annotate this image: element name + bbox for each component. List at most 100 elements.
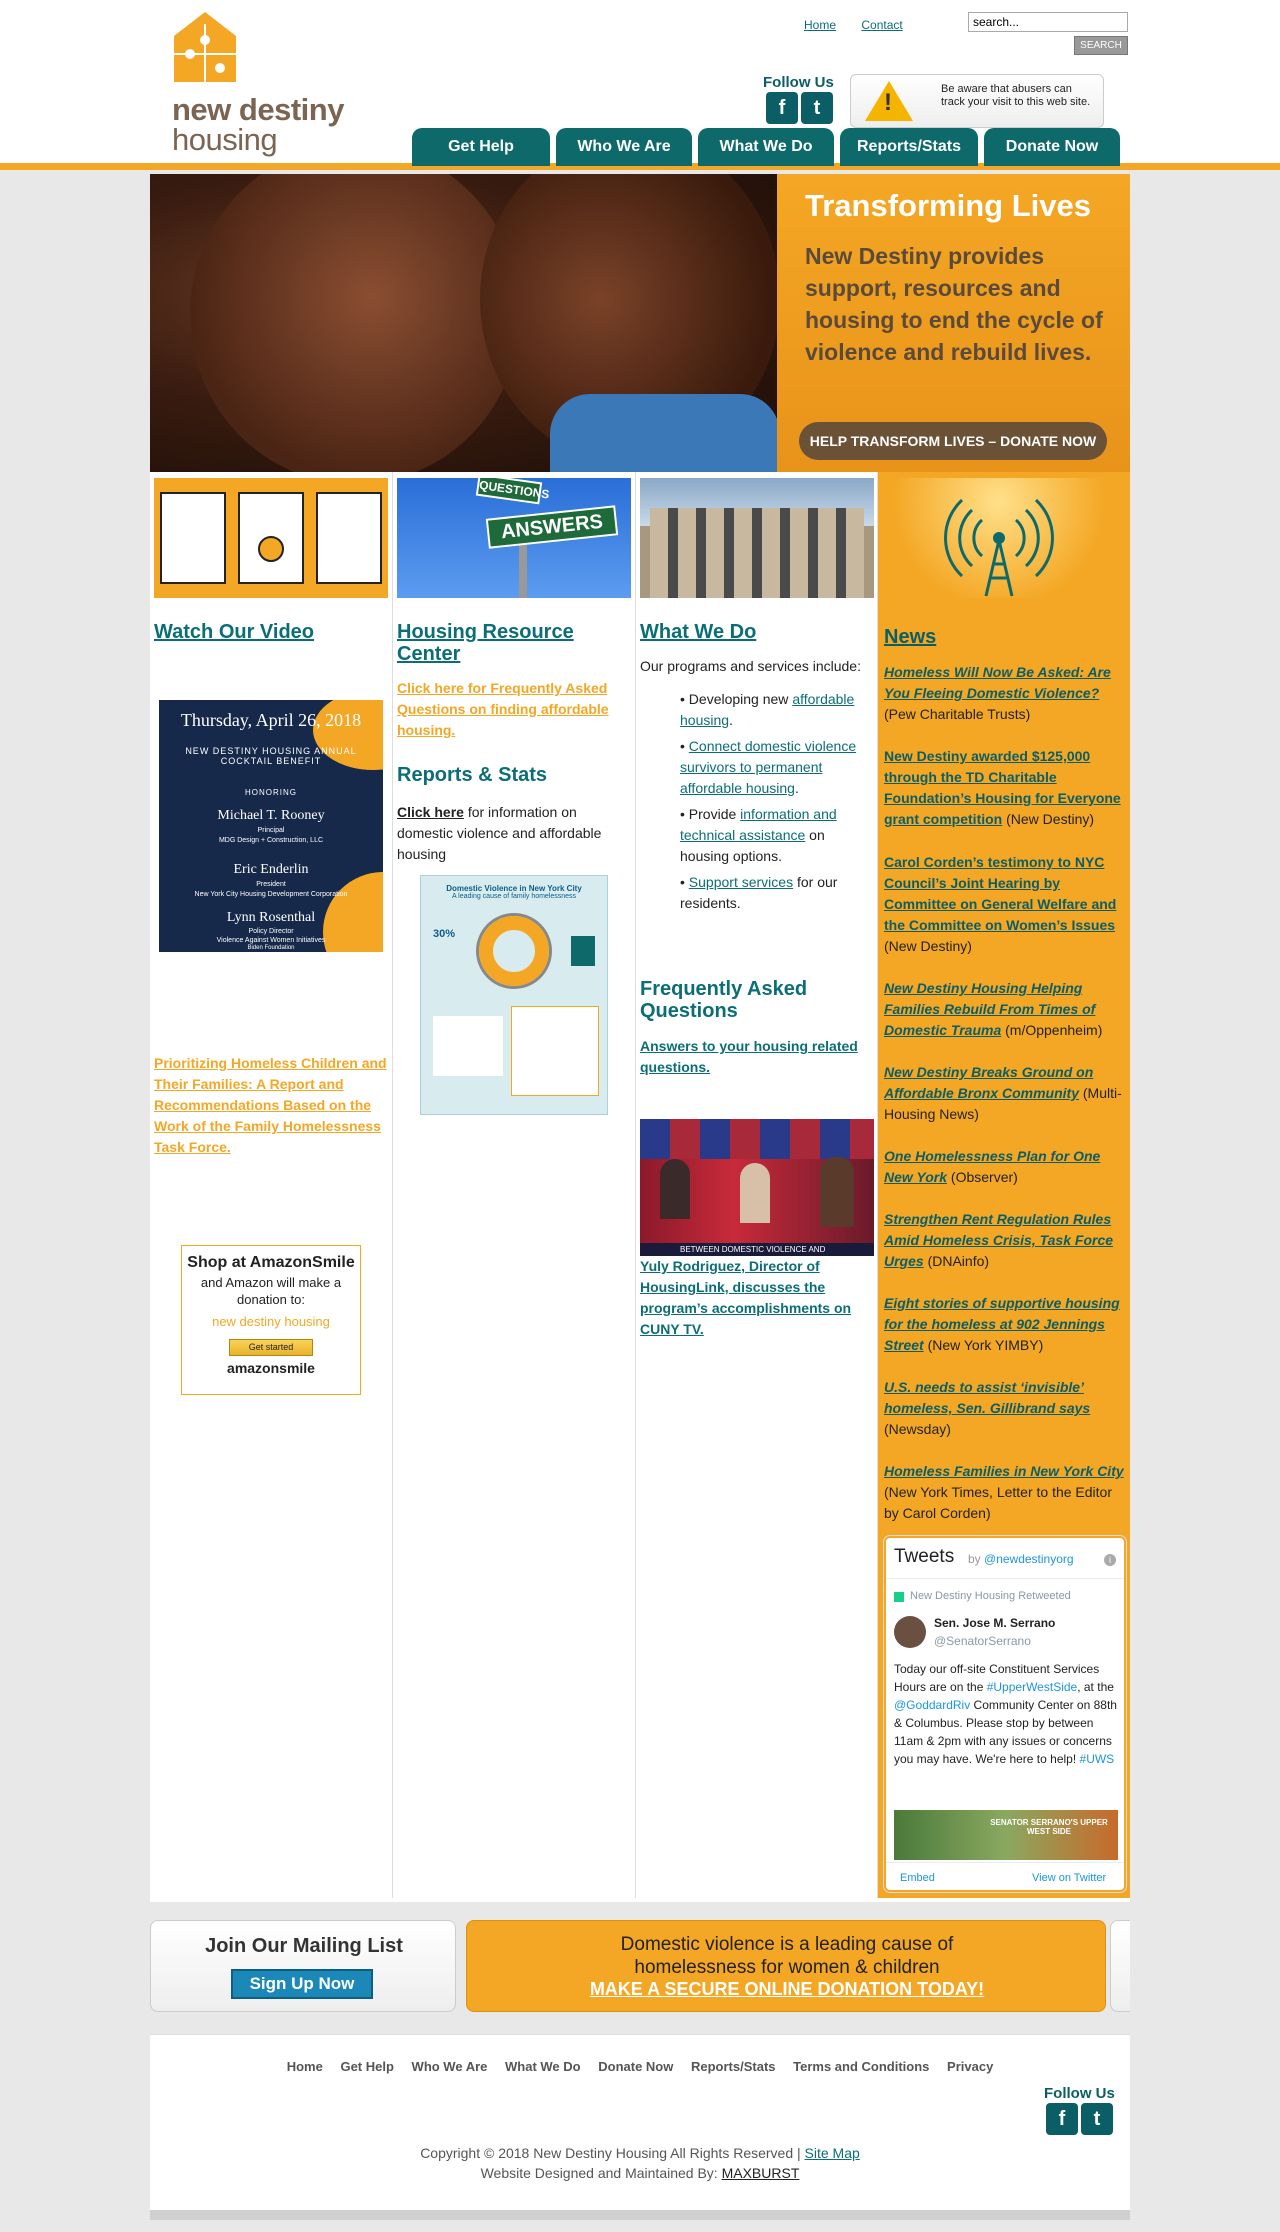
hero-photo (150, 174, 777, 472)
cuny-tv-video-thumbnail[interactable]: BETWEEN DOMESTIC VIOLENCE AND (640, 1119, 874, 1256)
nav-donate-now[interactable]: Donate Now (984, 128, 1120, 166)
watch-video-title[interactable]: Watch Our Video (154, 621, 314, 643)
puzzle-house-icon (174, 12, 236, 82)
twitter-icon[interactable]: t (801, 92, 833, 124)
footer-link-what-we-do[interactable]: What We Do (505, 2059, 581, 2074)
twitter-timeline[interactable]: Tweets by @newdestinyorg i New Destiny H… (884, 1536, 1126, 1892)
column-resources: QUESTIONS ANSWERS Housing Resource Cente… (393, 472, 636, 1898)
faq-answers-link[interactable]: Answers to your housing related question… (640, 1036, 870, 1078)
news-column: News Homeless Will Now Be Asked: Are You… (878, 472, 1130, 1898)
logo-word-housing: housing (172, 122, 278, 157)
news-item: Homeless Families in New York City (New … (884, 1463, 1124, 1521)
footer-link-terms[interactable]: Terms and Conditions (793, 2059, 929, 2074)
column-video: Watch Our Video Thursday, April 26, 2018… (150, 472, 393, 1898)
amazon-get-started-button[interactable]: Get started (229, 1339, 313, 1356)
footer-twitter-icon[interactable]: t (1081, 2103, 1113, 2135)
housing-resource-center-title[interactable]: Housing Resource Center (397, 621, 633, 665)
search-input[interactable] (968, 12, 1128, 32)
maxburst-link[interactable]: MAXBURST (722, 2165, 800, 2181)
program-item-affordable-housing: • Developing new affordable housing. (680, 691, 855, 728)
secure-donation-link[interactable]: MAKE A SECURE ONLINE DONATION TODAY! (467, 1979, 1107, 2000)
what-we-do-title[interactable]: What We Do (640, 621, 756, 643)
reports-stats-title: Reports & Stats (397, 764, 548, 786)
top-link-home[interactable]: Home (804, 18, 836, 32)
reports-click-here-link[interactable]: Click here (397, 804, 464, 820)
tweets-title: Tweets (894, 1546, 955, 1567)
tweet-text: Today our off-site Constituent Services … (894, 1662, 1117, 1766)
broadcast-tower-icon (944, 498, 1054, 597)
faq-title: Frequently Asked Questions (640, 978, 808, 1022)
domestic-violence-infographic[interactable]: Domestic Violence in New York City A lea… (420, 875, 608, 1115)
news-item: New Destiny Breaks Ground on Affordable … (884, 1064, 1122, 1122)
footer-link-privacy[interactable]: Privacy (947, 2059, 993, 2074)
main-content: Watch Our Video Thursday, April 26, 2018… (150, 472, 1130, 1902)
logo[interactable]: new destiny housing (172, 10, 372, 160)
footer-link-who-we-are[interactable]: Who We Are (412, 2059, 488, 2074)
site-map-link[interactable]: Site Map (805, 2145, 860, 2161)
hero-banner: Transforming Lives New Destiny provides … (150, 174, 1130, 472)
facebook-icon[interactable]: f (766, 92, 798, 124)
news-item: Strengthen Rent Regulation Rules Amid Ho… (884, 1211, 1114, 1269)
safety-warning[interactable]: ! Be aware that abusers can track your v… (850, 74, 1104, 128)
connect-survivors-link[interactable]: Connect domestic violence survivors to p… (680, 738, 856, 796)
twitter-handle-link[interactable]: @newdestinyorg (984, 1552, 1074, 1566)
copyright: Copyright © 2018 New Destiny Housing All… (420, 2145, 860, 2181)
donate-callout[interactable]: Domestic violence is a leading cause of h… (466, 1920, 1106, 2012)
benefit-invitation[interactable]: Thursday, April 26, 2018 NEW DESTINY HOU… (159, 700, 383, 952)
broadcast-tower-image (882, 478, 1116, 598)
program-item-connect-survivors: • Connect domestic violence survivors to… (680, 738, 857, 796)
news-item: One Homelessness Plan for One New York (… (884, 1148, 1101, 1185)
nav-what-we-do[interactable]: What We Do (698, 128, 834, 166)
news-item: Carol Corden’s testimony to NYC Council’… (884, 854, 1117, 954)
news-item: New Destiny awarded $125,000 through the… (884, 748, 1121, 827)
site-footer: Home Get Help Who We Are What We Do Dona… (150, 2034, 1130, 2210)
sign-up-button[interactable]: Sign Up Now (231, 1969, 373, 1999)
footer-link-home[interactable]: Home (287, 2059, 323, 2074)
program-item-technical-assistance: • Provide information and technical assi… (680, 806, 837, 864)
support-services-link[interactable]: Support services (689, 874, 793, 890)
follow-us-label: Follow Us (763, 74, 834, 91)
view-on-twitter-link[interactable]: View on Twitter (1032, 1872, 1106, 1884)
nav-who-we-are[interactable]: Who We Are (556, 128, 692, 166)
top-links: Home Contact (804, 18, 925, 32)
programs-intro: Our programs and services include: (640, 658, 861, 674)
hero-message: Transforming Lives New Destiny provides … (777, 174, 1130, 472)
hero-donate-button[interactable]: HELP TRANSFORM LIVES – DONATE NOW (799, 422, 1107, 460)
mailing-list-title: Join Our Mailing List (205, 1935, 403, 1957)
building-image[interactable] (640, 478, 874, 598)
search-button[interactable]: SEARCH (1074, 36, 1128, 55)
footer-link-donate-now[interactable]: Donate Now (598, 2059, 673, 2074)
nav-get-help[interactable]: Get Help (412, 128, 550, 166)
footer-nav: Home Get Help Who We Are What We Do Dona… (150, 2059, 1130, 2074)
video-thumbnail[interactable] (154, 478, 388, 598)
nav-reports-stats[interactable]: Reports/Stats (840, 128, 978, 166)
top-link-contact[interactable]: Contact (861, 18, 902, 32)
avatar[interactable] (894, 1616, 926, 1648)
news-title[interactable]: News (884, 626, 936, 649)
hero-title: Transforming Lives (805, 188, 1091, 223)
amazonsmile-logo: amazonsmile (227, 1360, 315, 1376)
cuny-tv-video-link[interactable]: Yuly Rodriguez, Director of HousingLink,… (640, 1256, 874, 1340)
program-item-support-services: • Support services for our residents. (680, 874, 838, 911)
hero-text: New Destiny provides support, resources … (805, 243, 1103, 365)
task-force-report-link[interactable]: Prioritizing Homeless Children and Their… (154, 1053, 390, 1158)
news-item: Eight stories of supportive housing for … (884, 1295, 1120, 1353)
news-item: U.S. needs to assist ‘invisible’ homeles… (884, 1379, 1091, 1437)
footer-follow-us: Follow Us (1044, 2085, 1115, 2102)
tweet-author[interactable]: Sen. Jose M. Serrano (934, 1616, 1055, 1630)
footer-facebook-icon[interactable]: f (1046, 2103, 1078, 2135)
news-item: New Destiny Housing Helping Families Reb… (884, 980, 1103, 1038)
amazonsmile-box[interactable]: Shop at AmazonSmile and Amazon will make… (181, 1245, 361, 1395)
footer-link-get-help[interactable]: Get Help (340, 2059, 393, 2074)
warning-text: Be aware that abusers can track your vis… (941, 83, 1091, 108)
tweet-image[interactable]: SENATOR SERRANO'S UPPER WEST SIDE (894, 1810, 1118, 1860)
mailing-list-box: Join Our Mailing List Sign Up Now (150, 1920, 456, 2012)
faq-affordable-housing-link[interactable]: Click here for Frequently Asked Question… (397, 678, 627, 741)
footer-link-reports-stats[interactable]: Reports/Stats (691, 2059, 776, 2074)
info-icon[interactable]: i (1104, 1554, 1116, 1566)
reports-text: Click here for information on domestic v… (397, 804, 602, 862)
embed-link[interactable]: Embed (900, 1872, 935, 1884)
column-what-we-do: What We Do Our programs and services inc… (636, 472, 878, 1898)
news-item: Homeless Will Now Be Asked: Are You Flee… (884, 664, 1111, 722)
questions-answers-image[interactable]: QUESTIONS ANSWERS (397, 478, 631, 598)
